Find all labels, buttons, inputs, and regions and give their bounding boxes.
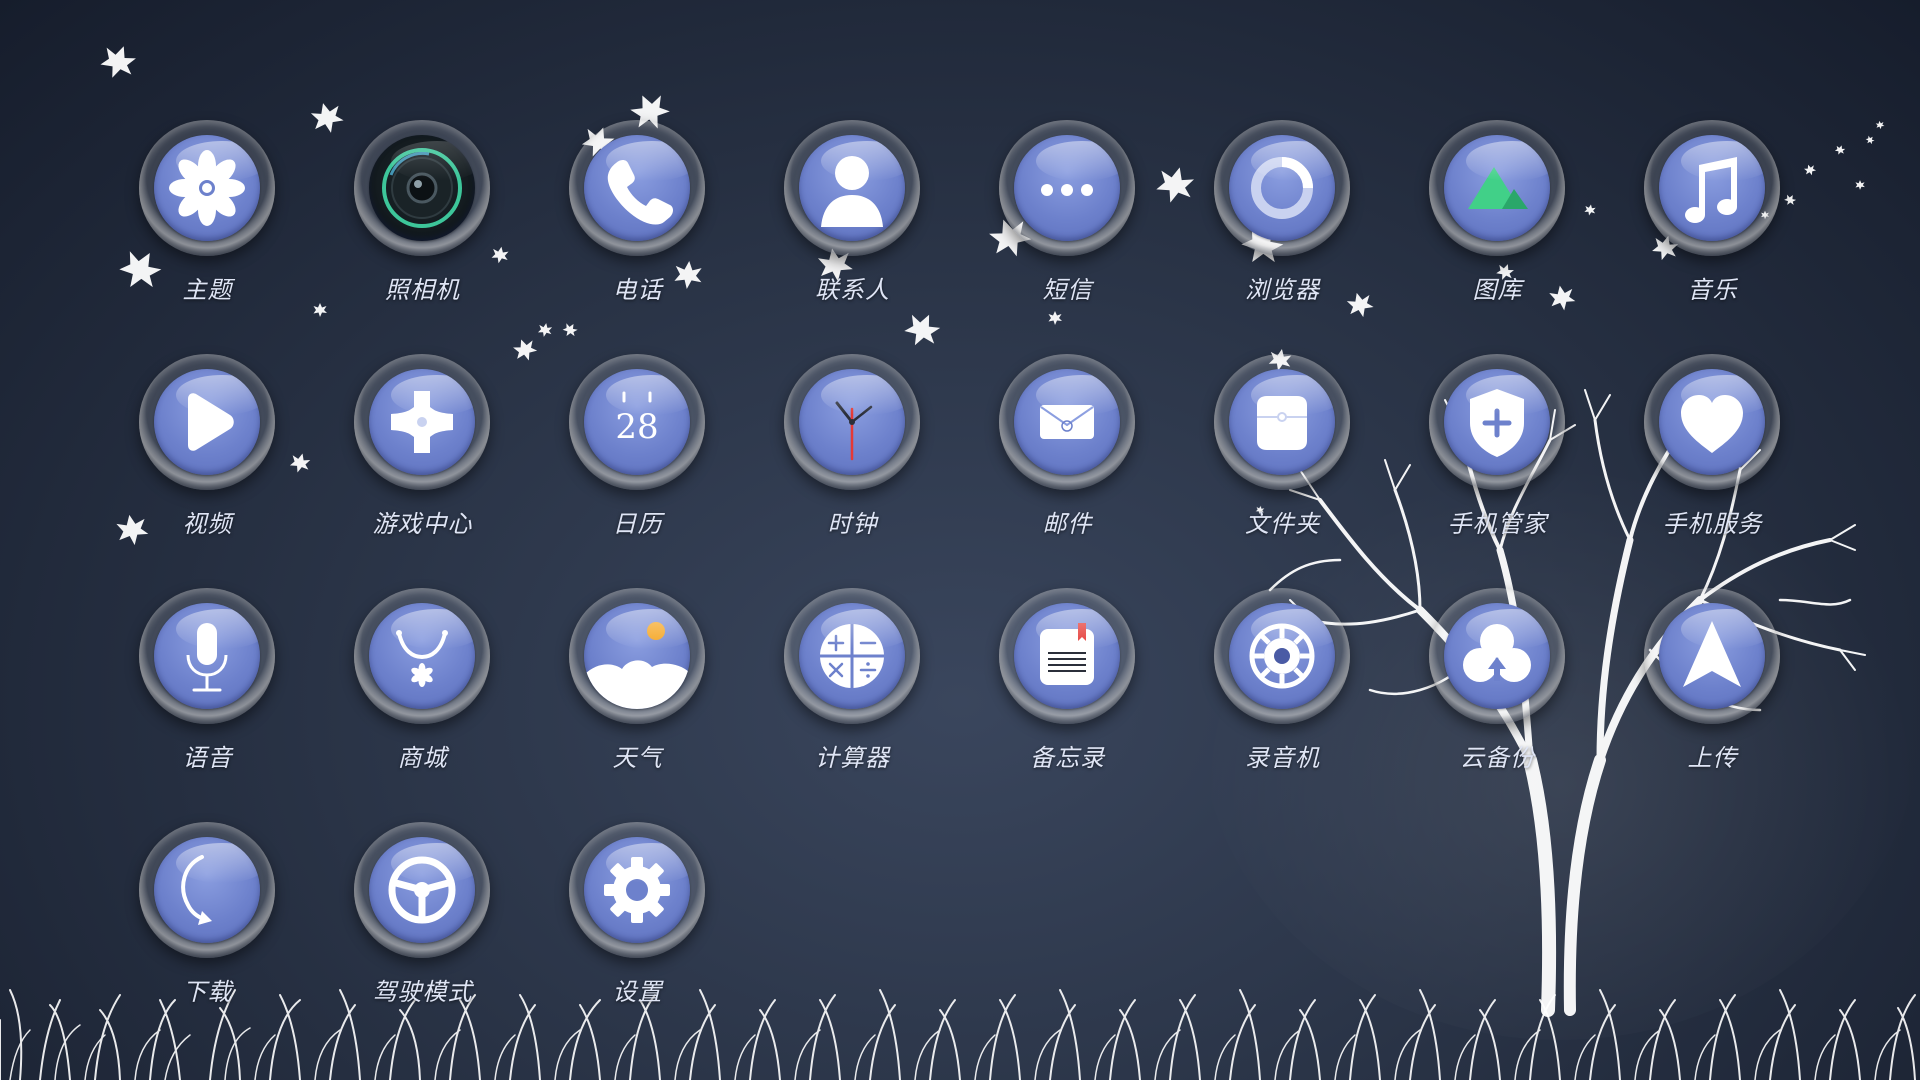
app-theme[interactable]: 主题 <box>100 110 315 344</box>
app-calendar[interactable]: 28 日历 <box>530 344 745 578</box>
app-label: 天气 <box>612 744 663 772</box>
app-label: 设置 <box>612 978 663 1006</box>
app-label: 备忘录 <box>1030 744 1105 772</box>
gamepad-icon <box>369 369 475 475</box>
app-label: 联系人 <box>815 276 890 304</box>
app-label: 商城 <box>397 744 448 772</box>
app-contacts[interactable]: 联系人 <box>745 110 960 344</box>
store-smile-icon <box>369 603 475 709</box>
app-mail[interactable]: 邮件 <box>960 344 1175 578</box>
app-label: 语音 <box>182 744 233 772</box>
cloud-upload-icon <box>1444 603 1550 709</box>
gear-icon <box>584 837 690 943</box>
app-browser[interactable]: 浏览器 <box>1175 110 1390 344</box>
app-label: 手机管家 <box>1447 510 1548 538</box>
app-label: 照相机 <box>385 276 460 304</box>
app-label: 图库 <box>1472 276 1523 304</box>
app-clock[interactable]: 时钟 <box>745 344 960 578</box>
app-label: 短信 <box>1042 276 1093 304</box>
dots-icon <box>1014 135 1120 241</box>
app-label: 录音机 <box>1245 744 1320 772</box>
app-grid: 主题 照相机 电话 联系人 短信 浏览器 图库 音乐 视频 游戏中心 28 日历… <box>100 110 1820 1046</box>
calendar-icon: 28 <box>584 369 690 475</box>
home-screen: 主题 照相机 电话 联系人 短信 浏览器 图库 音乐 视频 游戏中心 28 日历… <box>0 0 1920 1080</box>
play-icon <box>154 369 260 475</box>
app-label: 视频 <box>182 510 233 538</box>
app-gallery[interactable]: 图库 <box>1390 110 1605 344</box>
app-recorder[interactable]: 录音机 <box>1175 578 1390 812</box>
app-messages[interactable]: 短信 <box>960 110 1175 344</box>
calculator-icon <box>799 603 905 709</box>
calendar-day: 28 <box>615 407 659 447</box>
camera-lens-icon <box>369 135 475 241</box>
app-label: 下载 <box>182 978 233 1006</box>
person-icon <box>799 135 905 241</box>
weather-cloud-sun-icon <box>584 603 690 709</box>
phone-handset-icon <box>584 135 690 241</box>
app-phone-service[interactable]: 手机服务 <box>1605 344 1820 578</box>
folder-icon <box>1229 369 1335 475</box>
microphone-icon <box>154 603 260 709</box>
app-label: 云备份 <box>1460 744 1535 772</box>
mountain-icon <box>1444 135 1550 241</box>
app-download[interactable]: 下载 <box>100 812 315 1046</box>
shield-plus-icon <box>1444 369 1550 475</box>
app-label: 手机服务 <box>1662 510 1763 538</box>
app-label: 主题 <box>182 276 233 304</box>
app-video[interactable]: 视频 <box>100 344 315 578</box>
app-game-center[interactable]: 游戏中心 <box>315 344 530 578</box>
app-music[interactable]: 音乐 <box>1605 110 1820 344</box>
app-label: 浏览器 <box>1245 276 1320 304</box>
navigation-arrow-icon <box>1659 603 1765 709</box>
app-label: 上传 <box>1687 744 1738 772</box>
envelope-icon <box>1014 369 1120 475</box>
app-upload[interactable]: 上传 <box>1605 578 1820 812</box>
app-cloud-backup[interactable]: 云备份 <box>1390 578 1605 812</box>
app-driving-mode[interactable]: 驾驶模式 <box>315 812 530 1046</box>
app-phone-manager[interactable]: 手机管家 <box>1390 344 1605 578</box>
steering-wheel-icon <box>369 837 475 943</box>
heart-icon <box>1659 369 1765 475</box>
app-weather[interactable]: 天气 <box>530 578 745 812</box>
app-label: 计算器 <box>815 744 890 772</box>
app-voice[interactable]: 语音 <box>100 578 315 812</box>
app-label: 日历 <box>612 510 663 538</box>
app-phone[interactable]: 电话 <box>530 110 745 344</box>
app-label: 电话 <box>612 276 663 304</box>
flower-icon <box>154 135 260 241</box>
app-calculator[interactable]: 计算器 <box>745 578 960 812</box>
music-note-icon <box>1659 135 1765 241</box>
app-label: 文件夹 <box>1245 510 1320 538</box>
clock-icon <box>799 369 905 475</box>
browser-ring-icon <box>1229 135 1335 241</box>
app-label: 时钟 <box>827 510 878 538</box>
app-label: 驾驶模式 <box>372 978 473 1006</box>
app-notes[interactable]: 备忘录 <box>960 578 1175 812</box>
app-label: 邮件 <box>1042 510 1093 538</box>
app-store[interactable]: 商城 <box>315 578 530 812</box>
recorder-reel-icon <box>1229 603 1335 709</box>
notepad-icon <box>1014 603 1120 709</box>
app-camera[interactable]: 照相机 <box>315 110 530 344</box>
app-files[interactable]: 文件夹 <box>1175 344 1390 578</box>
app-label: 游戏中心 <box>372 510 473 538</box>
app-settings[interactable]: 设置 <box>530 812 745 1046</box>
moon-arrow-icon <box>154 837 260 943</box>
app-label: 音乐 <box>1687 276 1738 304</box>
